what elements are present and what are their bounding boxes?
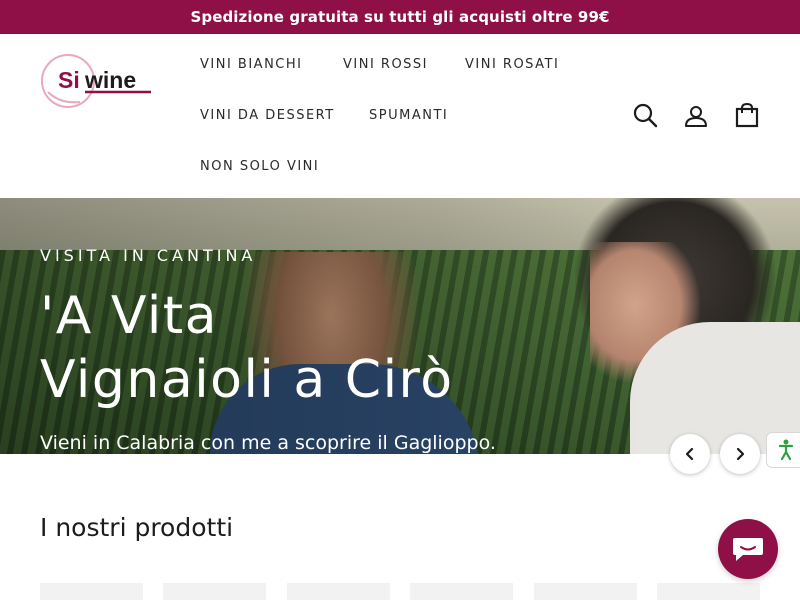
cart-icon[interactable]: [733, 101, 761, 129]
product-card[interactable]: [163, 583, 266, 600]
product-card[interactable]: [287, 583, 390, 600]
hero-title-line2: Vignaioli a Cirò: [40, 350, 454, 410]
hero-subtitle: Vieni in Calabria con me a scoprire il G…: [40, 432, 496, 454]
logo-text-wine: wine: [84, 67, 136, 93]
search-icon[interactable]: [631, 101, 659, 129]
slider-next-button[interactable]: [720, 434, 760, 474]
nav-spumanti[interactable]: SPUMANTI: [369, 108, 448, 123]
hero-title-line1: 'A Vita: [40, 286, 219, 346]
accessibility-icon: [778, 439, 794, 461]
accessibility-button[interactable]: [766, 432, 800, 468]
nav-non-solo-vini[interactable]: NON SOLO VINI: [200, 159, 319, 174]
product-card[interactable]: [40, 583, 143, 600]
chat-button[interactable]: [718, 519, 778, 579]
announcement-text: Spedizione gratuita su tutti gli acquist…: [190, 8, 610, 26]
nav-vini-da-dessert[interactable]: VINI DA DESSERT: [200, 108, 335, 123]
nav-vini-rossi[interactable]: VINI ROSSI: [343, 57, 428, 72]
hero-eyebrow: VISITA IN CANTINA: [40, 246, 257, 265]
logo-text-si: Si: [58, 67, 80, 93]
product-card[interactable]: [534, 583, 637, 600]
chevron-left-icon: [685, 447, 694, 461]
products-section-title: I nostri prodotti: [40, 513, 234, 542]
hero-title: 'A Vita Vignaioli a Cirò: [40, 284, 640, 412]
account-icon[interactable]: [682, 102, 710, 130]
chat-icon: [733, 538, 763, 561]
chevron-right-icon: [736, 447, 745, 461]
product-card[interactable]: [657, 583, 760, 600]
nav-vini-bianchi[interactable]: VINI BIANCHI: [200, 57, 302, 72]
slider-prev-button[interactable]: [670, 434, 710, 474]
logo-mark: Si wine: [41, 54, 151, 108]
announcement-bar: Spedizione gratuita su tutti gli acquist…: [0, 0, 800, 34]
nav-vini-rosati[interactable]: VINI ROSATI: [465, 57, 559, 72]
product-card[interactable]: [410, 583, 513, 600]
site-logo[interactable]: Si wine: [40, 52, 154, 110]
